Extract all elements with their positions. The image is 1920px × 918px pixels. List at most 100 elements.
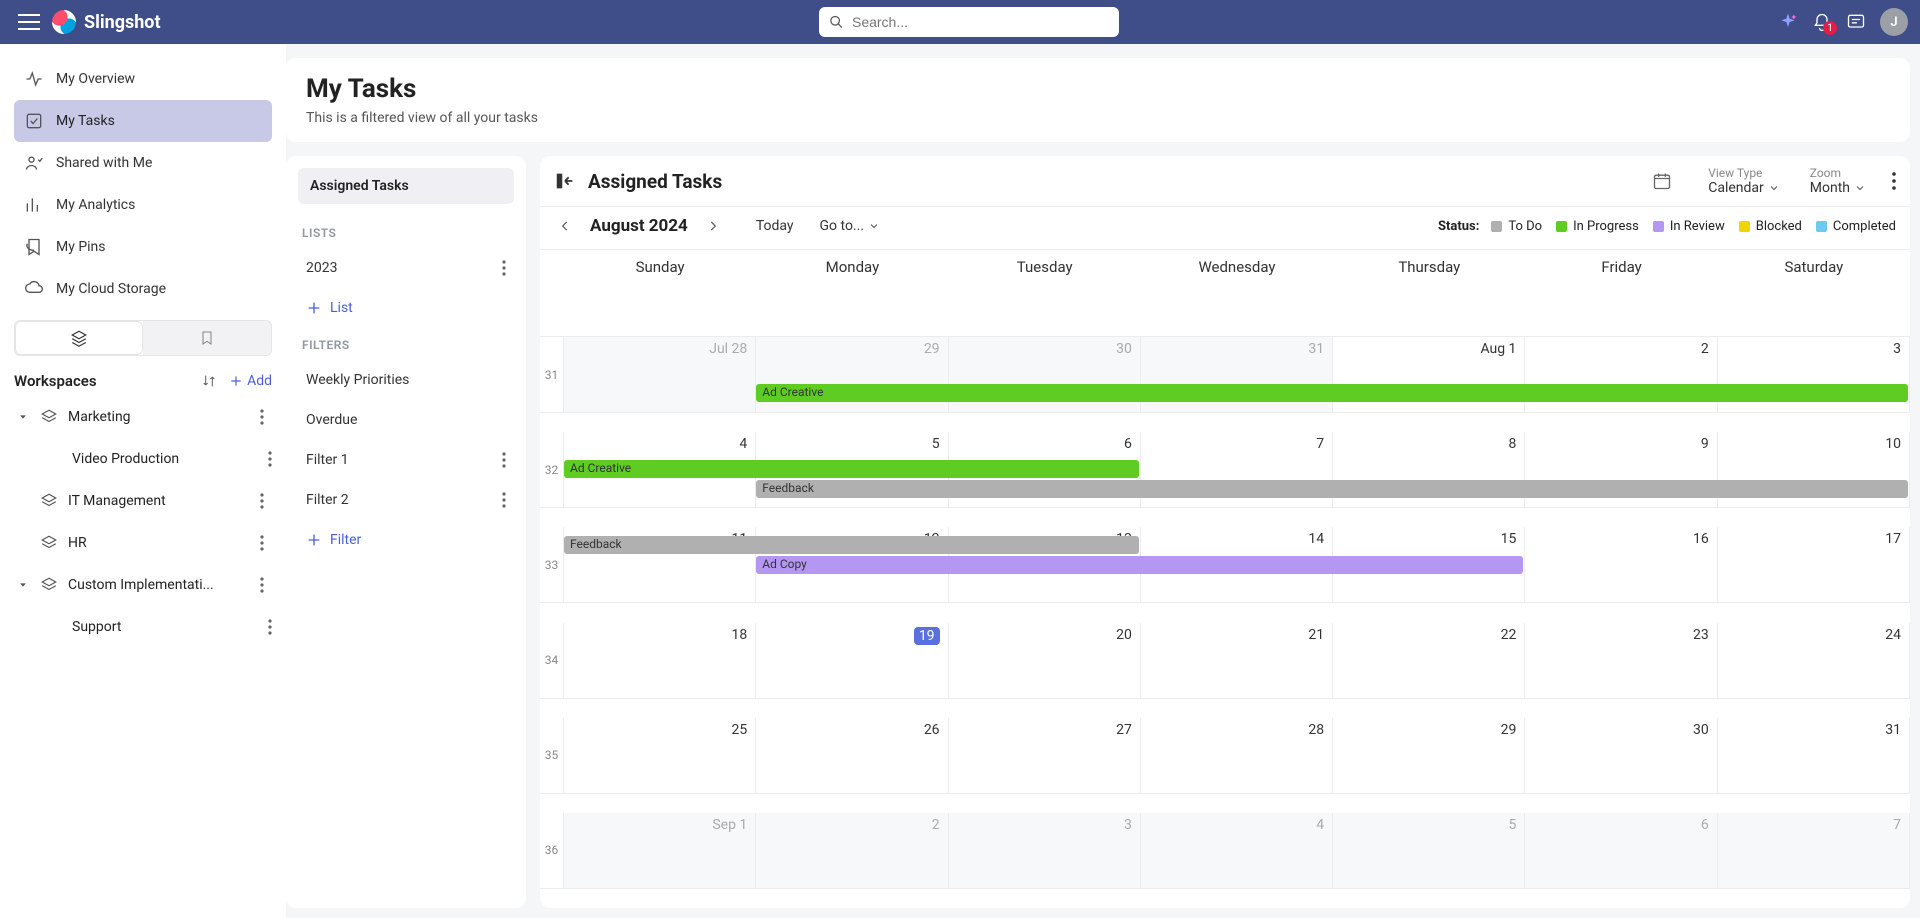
calendar-day-cell[interactable]: 18 xyxy=(564,623,756,699)
chat-button[interactable] xyxy=(1846,12,1866,32)
workspace-item[interactable]: Custom Implementati... xyxy=(14,564,272,606)
assigned-tasks-section[interactable]: Assigned Tasks xyxy=(298,168,514,204)
calendar-day-cell[interactable]: 24 xyxy=(1718,623,1910,699)
workspace-more-button[interactable] xyxy=(256,573,268,597)
workspace-item[interactable]: IT Management xyxy=(14,480,272,522)
next-month-button[interactable] xyxy=(702,215,724,237)
calendar-day-cell[interactable]: 29 xyxy=(1333,718,1525,794)
bookmark-icon xyxy=(199,329,215,347)
nav-item-my-cloud-storage[interactable]: My Cloud Storage xyxy=(14,268,272,310)
calendar-event[interactable]: Ad Copy xyxy=(756,556,1523,574)
calendar-day-cell[interactable]: 22 xyxy=(1333,623,1525,699)
calendar-day-cell[interactable]: 19 xyxy=(756,623,948,699)
filter-item[interactable]: Weekly Priorities xyxy=(298,360,514,400)
app-logo[interactable]: Slingshot xyxy=(52,10,161,34)
chevron-down-icon xyxy=(1768,182,1780,194)
day-number: 31 xyxy=(1308,341,1324,357)
workspace-item[interactable]: HR xyxy=(14,522,272,564)
workspace-more-button[interactable] xyxy=(256,405,268,429)
calendar-day-cell[interactable]: 31 xyxy=(1718,718,1910,794)
filter-item[interactable]: Overdue xyxy=(298,400,514,440)
legend-swatch xyxy=(1556,221,1567,232)
calendar-day-cell[interactable]: 5 xyxy=(1333,813,1525,889)
nav-icon xyxy=(24,279,44,299)
nav-item-my-tasks[interactable]: My Tasks xyxy=(14,100,272,142)
add-workspace-button[interactable]: Add xyxy=(229,373,272,389)
calendar-day-cell[interactable]: 23 xyxy=(1525,623,1717,699)
calendar-day-cell[interactable]: Sep 1 xyxy=(564,813,756,889)
nav-icon xyxy=(24,69,44,89)
calendar-more-button[interactable] xyxy=(1892,172,1896,190)
nav-item-my-analytics[interactable]: My Analytics xyxy=(14,184,272,226)
week-number: 33 xyxy=(540,527,564,603)
calendar-day-cell[interactable]: 26 xyxy=(756,718,948,794)
day-number: Sep 1 xyxy=(712,817,747,833)
filter-more-button[interactable] xyxy=(502,492,506,508)
day-number: 9 xyxy=(1701,436,1709,452)
collapse-sidepanel-button[interactable] xyxy=(554,170,576,192)
nav-item-shared-with-me[interactable]: Shared with Me xyxy=(14,142,272,184)
calendar-event[interactable]: Ad Creative xyxy=(564,460,1139,478)
list-item[interactable]: 2023 xyxy=(298,248,514,288)
calendar-day-cell[interactable]: 2 xyxy=(756,813,948,889)
workspace-item[interactable]: Marketing xyxy=(14,396,272,438)
workspace-more-button[interactable] xyxy=(256,489,268,513)
add-filter-button[interactable]: Filter xyxy=(298,520,514,560)
sort-button[interactable] xyxy=(201,373,217,389)
goto-button[interactable]: Go to... xyxy=(820,218,881,234)
nav-item-my-pins[interactable]: My Pins xyxy=(14,226,272,268)
view-type-selector[interactable]: View Type Calendar xyxy=(1708,166,1780,196)
chevron-left-icon xyxy=(558,219,572,233)
workspace-more-button[interactable] xyxy=(268,451,272,467)
global-search[interactable] xyxy=(819,7,1119,37)
caret-down-icon xyxy=(18,412,28,422)
ai-sparkle-icon[interactable] xyxy=(1778,12,1798,32)
layers-icon xyxy=(40,408,60,426)
calendar-day-cell[interactable]: 25 xyxy=(564,718,756,794)
calendar-event[interactable]: Ad Creative xyxy=(756,384,1908,402)
workspace-more-button[interactable] xyxy=(268,619,272,635)
calendar-day-cell[interactable]: Jul 28 xyxy=(564,337,756,413)
workspace-more-button[interactable] xyxy=(256,531,268,555)
search-input[interactable] xyxy=(852,14,1109,30)
calendar-panel: Assigned Tasks View Type Calendar Zoom M… xyxy=(540,156,1910,908)
list-more-button[interactable] xyxy=(502,260,506,276)
filter-label: Weekly Priorities xyxy=(306,372,506,388)
day-number: 30 xyxy=(1693,722,1709,738)
calendar-day-cell[interactable]: 27 xyxy=(949,718,1141,794)
calendar-event[interactable]: Feedback xyxy=(564,536,1139,554)
calendar-day-cell[interactable]: 7 xyxy=(1718,813,1910,889)
today-button[interactable]: Today xyxy=(756,218,794,234)
day-number: 31 xyxy=(1885,722,1901,738)
filter-label: Overdue xyxy=(306,412,506,428)
prev-month-button[interactable] xyxy=(554,215,576,237)
calendar-day-cell[interactable]: 20 xyxy=(949,623,1141,699)
calendar-day-cell[interactable]: 16 xyxy=(1525,527,1717,603)
filter-more-button[interactable] xyxy=(502,452,506,468)
calendar-day-cell[interactable]: 17 xyxy=(1718,527,1910,603)
add-list-button[interactable]: List xyxy=(298,288,514,328)
zoom-selector[interactable]: Zoom Month xyxy=(1810,166,1866,196)
calendar-day-cell[interactable]: 4 xyxy=(1141,813,1333,889)
day-number: 18 xyxy=(732,627,748,643)
tab-workspaces[interactable] xyxy=(15,321,143,355)
filter-item[interactable]: Filter 2 xyxy=(298,480,514,520)
calendar-day-cell[interactable]: 6 xyxy=(1525,813,1717,889)
nav-item-my-overview[interactable]: My Overview xyxy=(14,58,272,100)
legend-item: Blocked xyxy=(1739,219,1802,234)
calendar-day-cell[interactable]: 30 xyxy=(1525,718,1717,794)
day-number: 14 xyxy=(1308,531,1324,547)
filter-item[interactable]: Filter 1 xyxy=(298,440,514,480)
calendar-event[interactable]: Feedback xyxy=(756,480,1908,498)
user-avatar[interactable]: J xyxy=(1880,8,1908,36)
workspace-subitem[interactable]: Support xyxy=(14,606,272,648)
calendar-day-cell[interactable]: 21 xyxy=(1141,623,1333,699)
notifications-button[interactable]: 1 xyxy=(1812,12,1832,32)
sort-icon xyxy=(201,373,217,389)
calendar-day-cell[interactable]: 28 xyxy=(1141,718,1333,794)
tab-bookmarks[interactable] xyxy=(143,321,271,355)
hamburger-button[interactable] xyxy=(12,5,46,39)
calendar-day-cell[interactable]: 3 xyxy=(949,813,1141,889)
day-number: 15 xyxy=(1501,531,1517,547)
workspace-subitem[interactable]: Video Production xyxy=(14,438,272,480)
